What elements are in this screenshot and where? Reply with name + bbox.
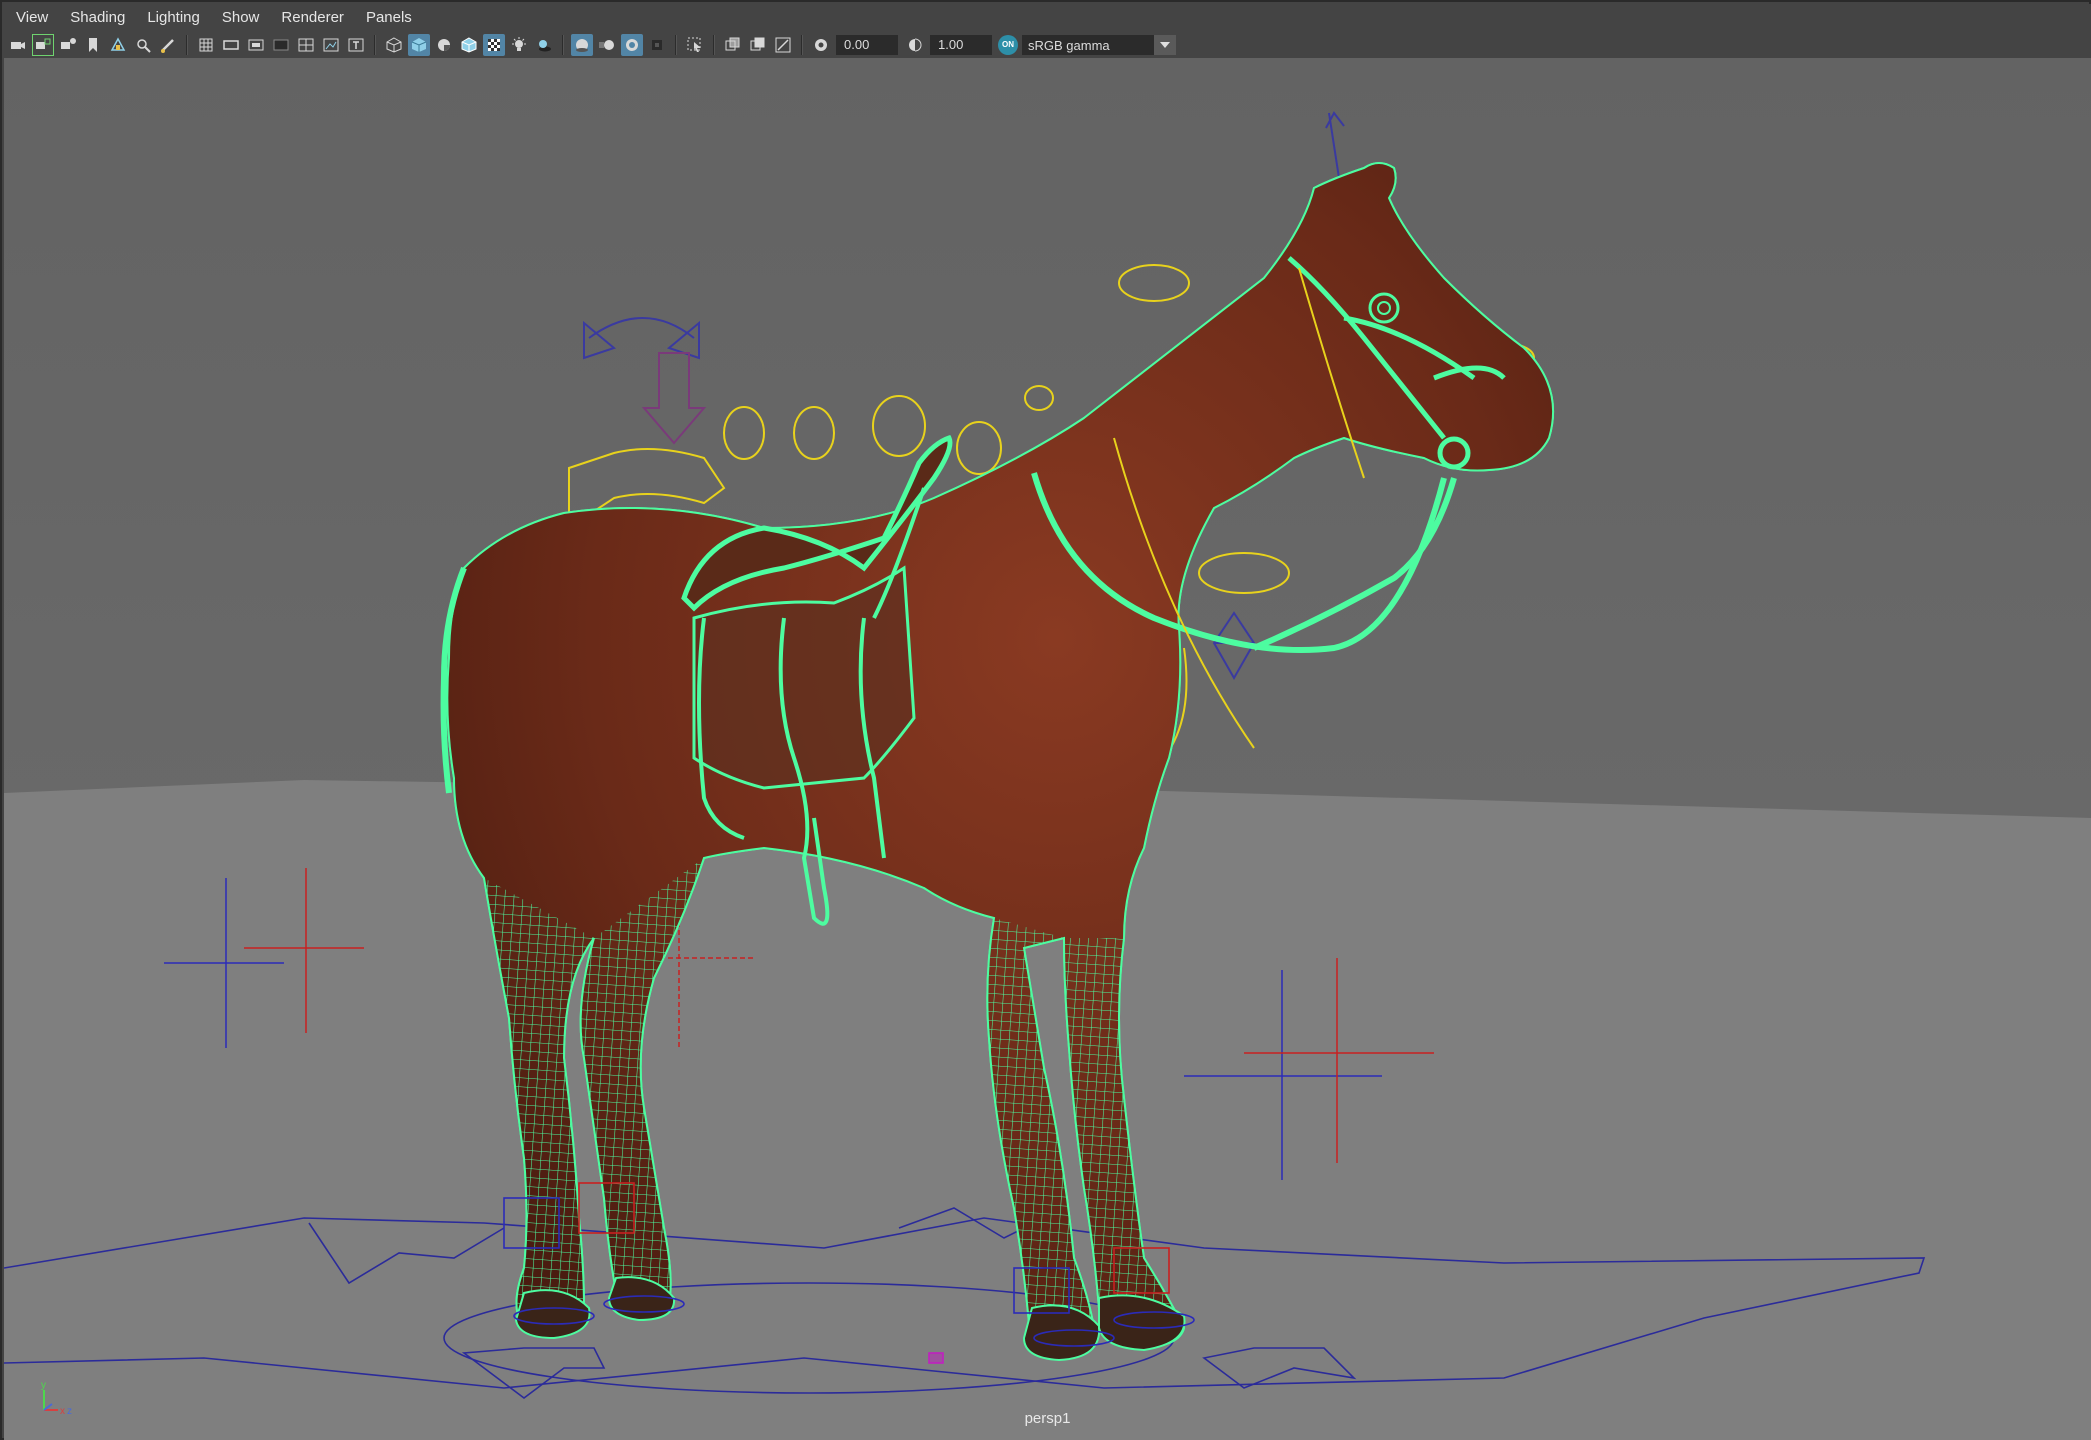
- multisample-aa-icon[interactable]: [621, 34, 643, 56]
- menu-view[interactable]: View: [4, 4, 58, 32]
- 3d-viewport[interactable]: y x z persp1: [4, 58, 2091, 1440]
- smooth-shade-icon[interactable]: [408, 34, 430, 56]
- axis-y-label: y: [41, 1380, 46, 1391]
- exposure-icon[interactable]: [810, 34, 832, 56]
- field-chart-icon[interactable]: [295, 34, 317, 56]
- isolate-select-icon[interactable]: [684, 34, 706, 56]
- menu-show[interactable]: Show: [210, 4, 270, 32]
- panel-toolbar: 0.00 1.00 ON sRGB gamma: [4, 32, 2091, 58]
- wireframe-icon[interactable]: [383, 34, 405, 56]
- shadows-icon[interactable]: [533, 34, 555, 56]
- view-transform-dropdown[interactable]: sRGB gamma: [1022, 35, 1176, 55]
- image-plane-icon[interactable]: [107, 34, 129, 56]
- use-lights-icon[interactable]: [508, 34, 530, 56]
- camera-lock-icon[interactable]: [32, 34, 54, 56]
- view-transform-value: sRGB gamma: [1028, 37, 1110, 53]
- viewport-scene: [4, 58, 2091, 1440]
- toolbar-separator: [186, 35, 188, 55]
- panel-menubar: View Shading Lighting Show Renderer Pane…: [4, 4, 2091, 32]
- motion-blur-icon[interactable]: [596, 34, 618, 56]
- 2d-pan-zoom-icon[interactable]: [132, 34, 154, 56]
- resolution-gate-icon[interactable]: [245, 34, 267, 56]
- toolbar-separator: [374, 35, 376, 55]
- textured-icon[interactable]: [483, 34, 505, 56]
- toolbar-separator: [675, 35, 677, 55]
- gate-mask-icon[interactable]: [270, 34, 292, 56]
- xray-icon[interactable]: [722, 34, 744, 56]
- toolbar-separator: [801, 35, 803, 55]
- screen-space-ao-icon[interactable]: [571, 34, 593, 56]
- bookmark-icon[interactable]: [82, 34, 104, 56]
- menu-lighting[interactable]: Lighting: [135, 4, 210, 32]
- menu-shading[interactable]: Shading: [58, 4, 135, 32]
- menu-panels[interactable]: Panels: [354, 4, 422, 32]
- exposure-field[interactable]: 0.00: [836, 35, 898, 55]
- depth-of-field-icon[interactable]: [646, 34, 668, 56]
- grid-icon[interactable]: [195, 34, 217, 56]
- menu-renderer[interactable]: Renderer: [269, 4, 354, 32]
- color-management-toggle[interactable]: ON: [998, 35, 1018, 55]
- wireframe-on-shaded-icon[interactable]: [458, 34, 480, 56]
- camera-attributes-icon[interactable]: [57, 34, 79, 56]
- gamma-icon[interactable]: [904, 34, 926, 56]
- film-gate-icon[interactable]: [220, 34, 242, 56]
- safe-title-icon[interactable]: [345, 34, 367, 56]
- camera-name-label: persp1: [1024, 1410, 1071, 1427]
- gamma-field[interactable]: 1.00: [930, 35, 992, 55]
- toolbar-separator: [713, 35, 715, 55]
- safe-action-icon[interactable]: [320, 34, 342, 56]
- maya-viewport-panel: View Shading Lighting Show Renderer Pane…: [0, 0, 2091, 1440]
- chevron-down-icon[interactable]: [1154, 35, 1176, 55]
- xray-active-icon[interactable]: [747, 34, 769, 56]
- camera-icon[interactable]: [7, 34, 29, 56]
- default-material-icon[interactable]: [433, 34, 455, 56]
- grease-pencil-icon[interactable]: [157, 34, 179, 56]
- xray-joints-icon[interactable]: [772, 34, 794, 56]
- toolbar-separator: [562, 35, 564, 55]
